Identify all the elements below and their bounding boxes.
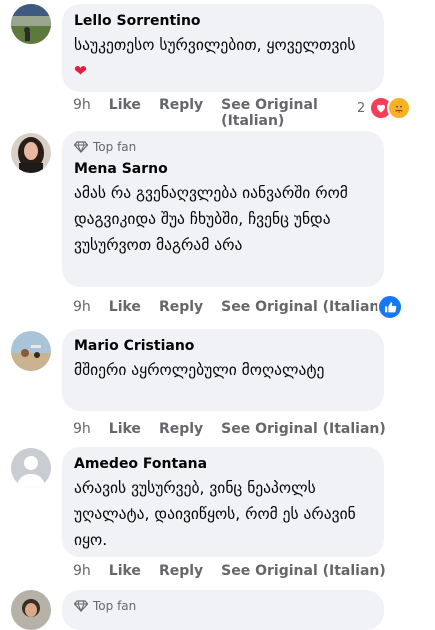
top-fan-label: Top fan [93, 599, 137, 613]
top-fan-label: Top fan [93, 140, 137, 154]
diamond-icon [74, 600, 88, 612]
comment-author[interactable]: Lello Sorrentino [74, 12, 372, 30]
like-button[interactable]: Like [109, 97, 141, 113]
comment-text: საუკეთესო სურვილებით, ყოველთვის ❤ [74, 32, 372, 84]
like-button[interactable]: Like [109, 421, 141, 437]
diamond-icon [74, 141, 88, 153]
like-reaction-icon [377, 294, 403, 320]
reaction-summary[interactable]: 2 [357, 96, 412, 120]
see-original-link[interactable]: See Original (Italian) [221, 97, 318, 129]
heart-emoji: ❤ [74, 62, 87, 80]
see-original-link[interactable]: See Original (Italian) [221, 421, 386, 437]
comment-text-body: საუკეთესო სურვილებით, ყოველთვის [74, 36, 356, 54]
avatar[interactable] [11, 4, 51, 44]
comment-time[interactable]: 9h [73, 421, 91, 437]
comment-actions: 9h Like Reply See Original (Italian) [73, 299, 386, 315]
comment-text: მშიერი აყროლებული მოღალატე [74, 361, 325, 379]
see-original-link[interactable]: See Original (Italian) [221, 299, 386, 315]
comment-bubble: Top fan Mena Sarno ამას რა გვენაღვლება ი… [62, 131, 384, 287]
reply-button[interactable]: Reply [159, 97, 203, 113]
reply-button[interactable]: Reply [159, 563, 203, 579]
comment-actions: 9h Like Reply See Original (Italian) [73, 563, 386, 579]
comment-text: ამას რა გვენაღვლება იანვარში რომ დაგვიკი… [74, 184, 348, 254]
comment-time[interactable]: 9h [73, 299, 91, 315]
comment-bubble: Lello Sorrentino საუკეთესო სურვილებით, ყ… [62, 4, 384, 92]
comment-author[interactable]: Mena Sarno [74, 160, 372, 178]
like-button[interactable]: Like [109, 299, 141, 315]
see-original-link[interactable]: See Original (Italian) [221, 563, 386, 579]
comment-actions: 9h Like Reply See Original (Italian) [73, 97, 318, 129]
comment-bubble: Mario Cristiano მშიერი აყროლებული მოღალა… [62, 329, 384, 411]
comment-bubble: Top fan [62, 590, 384, 630]
comment-time[interactable]: 9h [73, 563, 91, 579]
reaction-count: 2 [357, 100, 366, 116]
top-fan-badge: Top fan [74, 139, 372, 155]
comment-time[interactable]: 9h [73, 97, 91, 113]
avatar[interactable] [11, 590, 51, 630]
avatar-default[interactable] [11, 448, 51, 488]
avatar[interactable] [11, 331, 51, 371]
comment-actions: 9h Like Reply See Original (Italian) [73, 421, 386, 437]
see-original-label: See Original [221, 97, 318, 113]
comment-author[interactable]: Mario Cristiano [74, 337, 372, 355]
comment-text: არავის ვუსურვებ, ვინც ნეაპოლს უღალატა, დ… [74, 479, 356, 549]
like-button[interactable]: Like [109, 563, 141, 579]
comment-author[interactable]: Amedeo Fontana [74, 455, 372, 473]
comment-bubble: Amedeo Fontana არავის ვუსურვებ, ვინც ნეა… [62, 447, 384, 557]
avatar[interactable] [11, 133, 51, 173]
care-reaction-icon [387, 96, 412, 120]
reply-button[interactable]: Reply [159, 299, 203, 315]
reaction-summary[interactable] [377, 294, 403, 320]
see-original-lang: (Italian) [221, 113, 285, 129]
reply-button[interactable]: Reply [159, 421, 203, 437]
